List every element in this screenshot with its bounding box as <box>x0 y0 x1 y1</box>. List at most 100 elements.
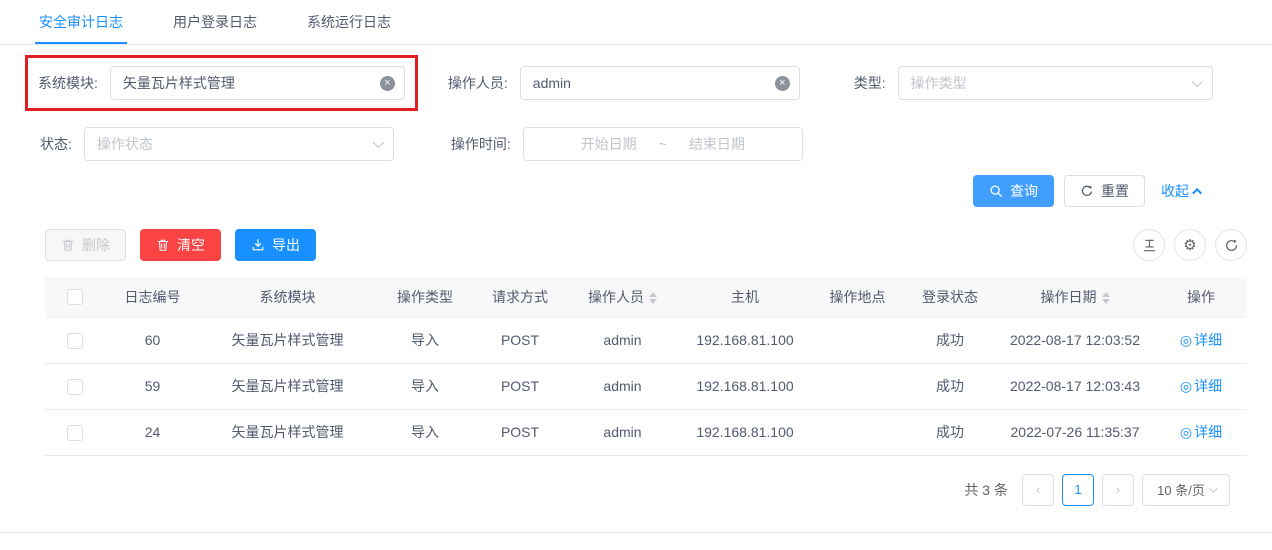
caret-up-icon <box>1102 292 1110 297</box>
cell-module: 矢量瓦片样式管理 <box>200 363 375 409</box>
cell-operator: admin <box>565 363 680 409</box>
time-range-picker[interactable]: 开始日期 ~ 结束日期 <box>523 127 803 161</box>
cell-op-type: 导入 <box>375 363 475 409</box>
cell-location <box>810 363 905 409</box>
row-checkbox[interactable] <box>67 425 83 441</box>
page-size-select[interactable]: 10 条/页 <box>1142 474 1230 506</box>
row-checkbox[interactable] <box>67 333 83 349</box>
detail-link[interactable]: ◎详细 <box>1180 376 1222 396</box>
chevron-down-icon <box>1209 484 1217 492</box>
cell-module: 矢量瓦片样式管理 <box>200 317 375 363</box>
select-all-checkbox[interactable] <box>67 289 83 305</box>
delete-button[interactable]: 删除 <box>45 229 126 261</box>
operator-input[interactable] <box>520 66 800 100</box>
tab-system-run-log[interactable]: 系统运行日志 <box>303 0 395 44</box>
line-height-icon <box>1142 238 1157 253</box>
row-density-button[interactable] <box>1133 229 1165 261</box>
module-label: 系统模块: <box>38 73 98 93</box>
cell-login-status: 成功 <box>905 409 995 455</box>
log-tabs: 安全审计日志 用户登录日志 系统运行日志 <box>0 0 1272 45</box>
table-toolbar: 删除 清空 导出 ⚙ <box>0 207 1272 261</box>
tab-user-login-log[interactable]: 用户登录日志 <box>169 0 261 44</box>
header-op-date-label: 操作日期 <box>1041 289 1097 305</box>
detail-link[interactable]: ◎详细 <box>1180 330 1222 350</box>
export-button-label: 导出 <box>272 235 300 255</box>
log-table: 日志编号 系统模块 操作类型 请求方式 操作人员 主机 操作地点 登录状态 操作… <box>45 277 1247 456</box>
table-row: 59 矢量瓦片样式管理 导入 POST admin 192.168.81.100… <box>45 363 1247 409</box>
type-field: 类型: 操作类型 <box>854 66 1213 100</box>
header-operator: 操作人员 <box>565 277 680 317</box>
cell-log-id: 60 <box>105 317 200 363</box>
collapse-link[interactable]: 收起 <box>1161 181 1202 201</box>
row-checkbox[interactable] <box>67 379 83 395</box>
status-field: 状态: 操作状态 <box>40 127 394 161</box>
caret-up-icon <box>649 292 657 297</box>
next-page-button[interactable]: › <box>1102 474 1134 506</box>
reset-icon <box>1080 184 1094 198</box>
detail-link-label: 详细 <box>1194 330 1222 350</box>
cell-op-type: 导入 <box>375 409 475 455</box>
export-button[interactable]: 导出 <box>235 229 316 261</box>
bottom-divider <box>0 532 1272 533</box>
cell-method: POST <box>475 363 565 409</box>
refresh-button[interactable] <box>1215 229 1247 261</box>
caret-down-icon <box>649 299 657 304</box>
detail-link[interactable]: ◎详细 <box>1180 422 1222 442</box>
gear-icon: ⚙ <box>1183 236 1196 254</box>
search-icon <box>989 184 1003 198</box>
trash-icon <box>61 238 75 252</box>
cell-host: 192.168.81.100 <box>680 363 810 409</box>
cell-method: POST <box>475 317 565 363</box>
header-op-date: 操作日期 <box>995 277 1155 317</box>
operator-label: 操作人员: <box>448 73 508 93</box>
header-host: 主机 <box>680 277 810 317</box>
table-row: 60 矢量瓦片样式管理 导入 POST admin 192.168.81.100… <box>45 317 1247 363</box>
cell-log-id: 24 <box>105 409 200 455</box>
cell-login-status: 成功 <box>905 363 995 409</box>
cell-op-date: 2022-08-17 12:03:52 <box>995 317 1155 363</box>
clear-module-icon[interactable]: × <box>380 76 395 91</box>
clear-operator-icon[interactable]: × <box>775 76 790 91</box>
type-select-placeholder: 操作类型 <box>911 73 967 93</box>
clear-button-label: 清空 <box>177 235 205 255</box>
eye-icon: ◎ <box>1180 332 1192 349</box>
eye-icon: ◎ <box>1180 378 1192 395</box>
caret-down-icon <box>1102 299 1110 304</box>
header-module: 系统模块 <box>200 277 375 317</box>
header-actions: 操作 <box>1155 277 1247 317</box>
reset-button[interactable]: 重置 <box>1064 175 1145 207</box>
tab-security-audit-log[interactable]: 安全审计日志 <box>35 0 127 44</box>
page-size-label: 10 条/页 <box>1157 480 1205 499</box>
clear-button[interactable]: 清空 <box>140 229 221 261</box>
type-select[interactable]: 操作类型 <box>898 66 1213 100</box>
refresh-icon <box>1224 238 1239 253</box>
status-select[interactable]: 操作状态 <box>84 127 394 161</box>
sort-operator-control[interactable] <box>649 292 657 304</box>
cell-op-date: 2022-08-17 12:03:43 <box>995 363 1155 409</box>
log-table-container: 日志编号 系统模块 操作类型 请求方式 操作人员 主机 操作地点 登录状态 操作… <box>0 261 1272 456</box>
cell-login-status: 成功 <box>905 317 995 363</box>
reset-button-label: 重置 <box>1101 181 1129 201</box>
chevron-down-icon <box>373 137 384 148</box>
cell-location <box>810 409 905 455</box>
total-count: 共 3 条 <box>964 480 1008 500</box>
column-settings-button[interactable]: ⚙ <box>1174 229 1206 261</box>
table-header-row: 日志编号 系统模块 操作类型 请求方式 操作人员 主机 操作地点 登录状态 操作… <box>45 277 1247 317</box>
detail-link-label: 详细 <box>1194 376 1222 396</box>
trash-icon <box>156 238 170 252</box>
end-date-placeholder: 结束日期 <box>689 134 745 154</box>
chevron-up-icon <box>1192 187 1202 197</box>
cell-host: 192.168.81.100 <box>680 409 810 455</box>
page-number-button[interactable]: 1 <box>1062 474 1094 506</box>
header-operator-label: 操作人员 <box>588 289 644 305</box>
sort-date-control[interactable] <box>1102 292 1110 304</box>
search-button[interactable]: 查询 <box>973 175 1054 207</box>
start-date-placeholder: 开始日期 <box>581 134 637 154</box>
cell-op-date: 2022-07-26 11:35:37 <box>995 409 1155 455</box>
cell-log-id: 59 <box>105 363 200 409</box>
cell-host: 192.168.81.100 <box>680 317 810 363</box>
prev-page-button[interactable]: ‹ <box>1022 474 1054 506</box>
download-icon <box>251 238 265 252</box>
time-label: 操作时间: <box>451 134 511 154</box>
module-input[interactable] <box>110 66 405 100</box>
